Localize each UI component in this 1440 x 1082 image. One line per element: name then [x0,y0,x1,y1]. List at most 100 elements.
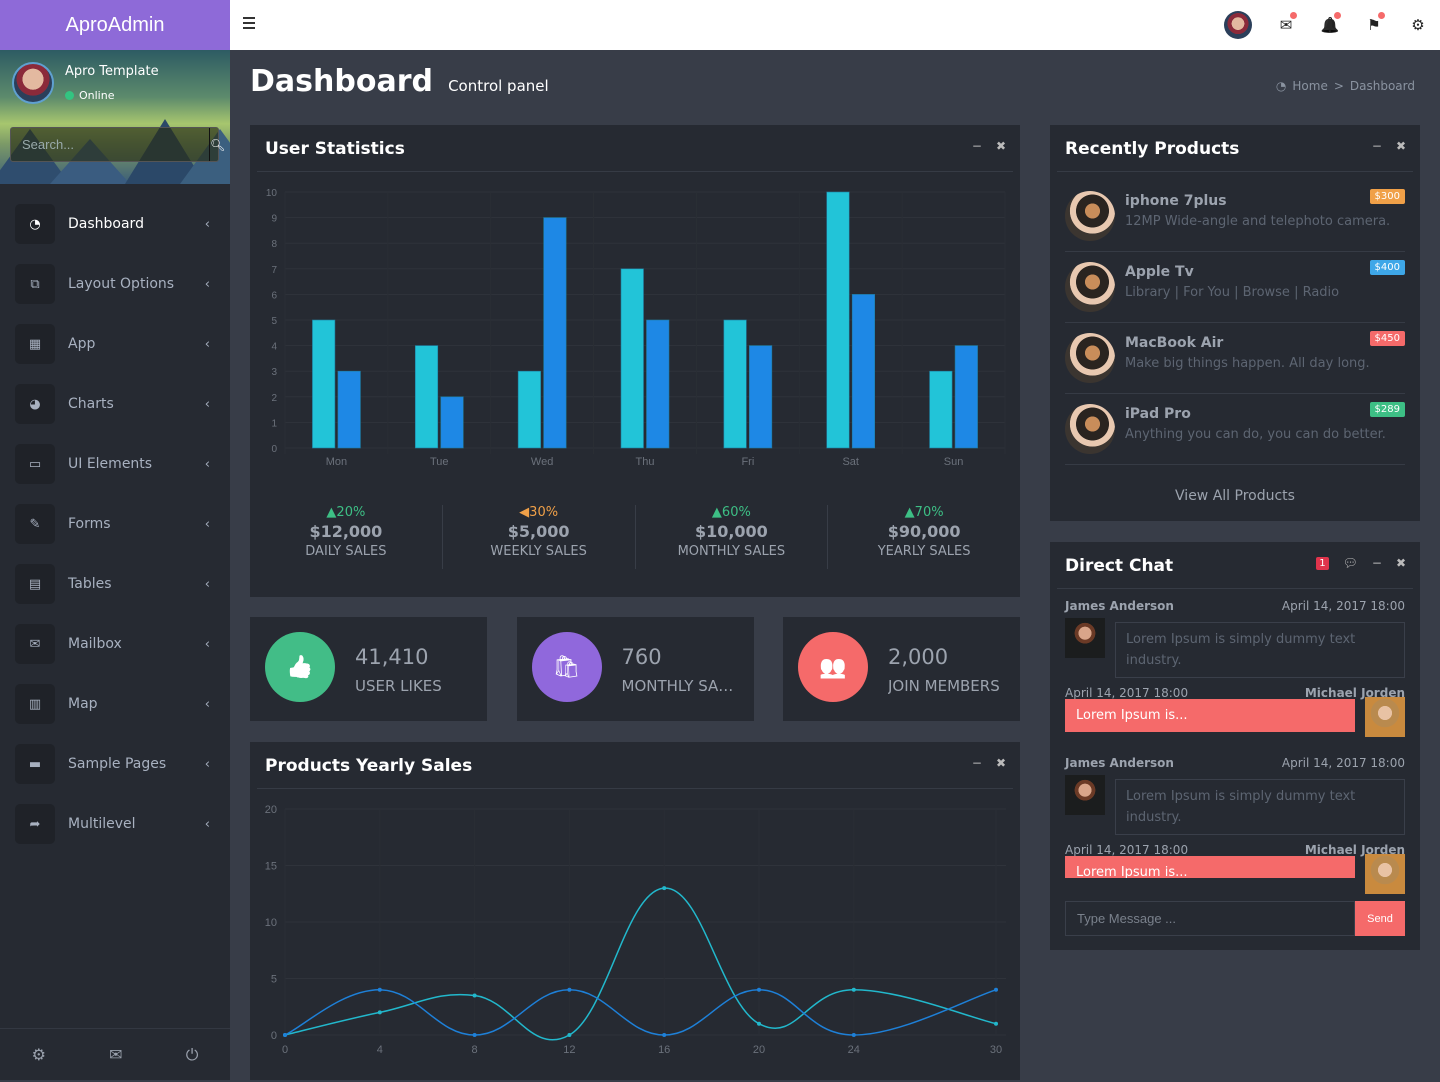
sidebar-toggle-icon[interactable] [243,17,255,29]
y-tick-label: 20 [265,804,277,816]
minimize-icon[interactable]: − [1372,139,1382,153]
stat-percent: ▲20% [326,505,366,520]
sales-stats: ▲20% $12,000 DAILY SALES ◀30% $5,000 WEEK… [250,505,1020,569]
sidebar-item-dashboard[interactable]: ◔ Dashboard ‹ [0,194,230,254]
line-series-a [284,887,997,1041]
user-avatar[interactable] [12,62,54,104]
user-status-label: Online [79,89,115,102]
sidebar-item-layout-options[interactable]: ⧉ Layout Options ‹ [0,254,230,314]
data-point [994,1021,998,1026]
send-button[interactable]: Send [1355,901,1405,936]
sales-stat: ◀30% $5,000 WEEKLY SALES [443,505,636,569]
product-name[interactable]: Apple Tv [1125,264,1194,280]
x-tick-label: Wed [531,456,553,468]
sidebar-item-app[interactable]: ▦ App ‹ [0,314,230,374]
close-icon[interactable]: ✖ [996,756,1006,770]
product-name[interactable]: iphone 7plus [1125,193,1227,209]
minimize-icon[interactable]: − [972,756,982,770]
data-point [567,987,572,992]
minimize-icon[interactable]: − [1372,556,1382,570]
share-icon: ➦ [15,804,55,844]
chat-message-input[interactable] [1065,901,1355,936]
data-point [757,1021,761,1026]
bar-series-a [312,319,336,449]
minimize-icon[interactable]: − [972,139,982,153]
icon-glyph: 👥 [819,654,847,680]
tasks-button[interactable]: ⚑ [1352,12,1396,34]
x-tick-label: Tue [430,456,449,468]
product-image [1065,404,1115,454]
sidebar-item-mailbox[interactable]: ✉ Mailbox ‹ [0,614,230,674]
stat-percent: ▲70% [904,505,944,520]
products-yearly-sales-box: Products Yearly Sales − ✖ 0 5 10 15 20 0 4 8 12 16… [250,742,1020,1080]
sidebar-search: 🔍︎ [10,127,225,162]
envelope-icon: ✉ [15,624,55,664]
mail-icon[interactable]: ✉ [109,1045,122,1064]
sidebar-item-charts[interactable]: ◕ Charts ‹ [0,374,230,434]
breadcrumb: ◔ Home > Dashboard [1276,79,1415,93]
search-button[interactable]: 🔍︎ [209,128,225,161]
box-title: Products Yearly Sales [265,756,473,776]
laptop-icon: ▭ [15,444,55,484]
sidebar-item-forms[interactable]: ✎ Forms ‹ [0,494,230,554]
x-tick-label: Mon [326,456,347,468]
comments-icon[interactable]: 💬︎ [1343,556,1358,570]
bar-series-a [723,319,747,449]
x-tick-label: 20 [753,1044,765,1056]
notifications-button[interactable]: 🔔 [1308,12,1352,34]
recent-products-box: Recently Products − ✖ iphone 7plus 12MP W… [1050,125,1420,521]
breadcrumb-home[interactable]: Home [1292,79,1327,93]
y-tick-label: 5 [271,974,277,986]
data-point [377,1010,382,1015]
settings-icon[interactable]: ⚙ [32,1045,46,1064]
messages-button[interactable]: ✉ [1264,12,1308,34]
search-input[interactable] [11,128,209,161]
product-item[interactable]: MacBook Air Make big things happen. All … [1065,323,1405,394]
product-name[interactable]: MacBook Air [1125,335,1223,351]
sidebar-item-ui-elements[interactable]: ▭ UI Elements ‹ [0,434,230,494]
user-menu[interactable] [1220,11,1264,39]
close-icon[interactable]: ✖ [996,139,1006,153]
bar-series-a [826,191,850,449]
sidebar-item-sample-pages[interactable]: ▬ Sample Pages ‹ [0,734,230,794]
settings-button[interactable]: ⚙ [1396,16,1440,34]
price-badge: $450 [1369,331,1405,346]
data-point [472,1033,477,1037]
user-status: Online [65,89,114,102]
sidebar-item-label: App [68,336,96,352]
product-item[interactable]: Apple Tv Library | For You | Browse | Ra… [1065,252,1405,323]
sales-stat: ▲20% $12,000 DAILY SALES [250,505,443,569]
shopping-bag-icon: 🛍 [531,632,602,702]
product-name[interactable]: iPad Pro [1125,406,1191,422]
bar-series-a [929,370,953,449]
x-tick-label: 30 [990,1044,1002,1056]
line-series-b [284,989,997,1036]
power-icon[interactable]: ⏻ [186,1045,199,1065]
stat-label: YEARLY SALES [877,544,971,559]
product-item[interactable]: iPad Pro Anything you can do, you can do… [1065,394,1405,465]
search-icon: 🔍︎ [210,137,226,152]
sidebar-item-tables[interactable]: ▤ Tables ‹ [0,554,230,614]
close-icon[interactable]: ✖ [1396,556,1406,570]
bar-series-b [749,345,773,449]
notification-dot [1290,12,1297,19]
chat-time: April 14, 2017 18:00 [1065,686,1189,700]
info-box-number: 760 [621,645,662,669]
bar-series-b [440,396,464,449]
data-point [994,987,998,992]
sidebar-item-multilevel[interactable]: ➦ Multilevel ‹ [0,794,230,854]
users-icon: 👥 [798,632,868,702]
view-all-products-link[interactable]: View All Products [1050,488,1420,504]
sidebar-item-map[interactable]: ▥ Map ‹ [0,674,230,734]
chevron-left-icon: ‹ [204,516,210,532]
brand-logo[interactable]: AproAdmin [0,0,230,50]
data-point [662,886,667,891]
close-icon[interactable]: ✖ [1396,139,1406,153]
product-item[interactable]: iphone 7plus 12MP Wide-angle and telepho… [1065,181,1405,252]
icon-glyph: 🛍 [552,654,581,680]
copy-icon: ⧉ [15,264,55,304]
product-image [1065,262,1115,312]
y-tick-label: 5 [271,316,277,327]
y-tick-label: 2 [271,393,277,404]
bar-series-a [414,345,439,449]
